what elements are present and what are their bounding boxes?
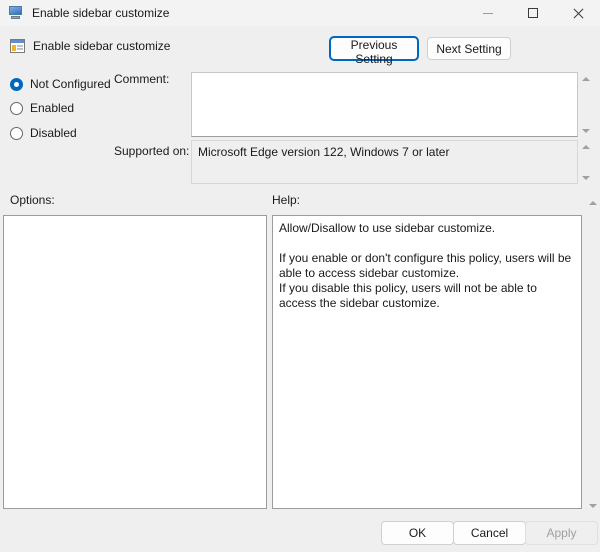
dialog-scrollbar[interactable] bbox=[585, 196, 600, 512]
group-policy-setting-dialog: Enable sidebar customize Enable sidebar … bbox=[0, 0, 600, 552]
help-paragraph-3: If you disable this policy, users will n… bbox=[279, 281, 573, 311]
supported-on-label: Supported on: bbox=[114, 144, 189, 158]
supported-on-scroll-up-button[interactable] bbox=[578, 140, 593, 153]
supported-on-field[interactable]: Microsoft Edge version 122, Windows 7 or… bbox=[191, 140, 578, 184]
options-label: Options: bbox=[10, 193, 55, 207]
triangle-down-icon bbox=[582, 129, 590, 133]
options-pane[interactable] bbox=[3, 215, 267, 509]
ok-button[interactable]: OK bbox=[381, 521, 454, 545]
triangle-up-icon bbox=[582, 145, 590, 149]
help-label: Help: bbox=[272, 193, 300, 207]
minimize-button[interactable] bbox=[465, 0, 510, 26]
radio-enabled[interactable]: Enabled bbox=[10, 100, 74, 116]
comment-field[interactable] bbox=[191, 72, 578, 137]
radio-label-disabled: Disabled bbox=[30, 126, 77, 140]
comment-scroll-down-button[interactable] bbox=[578, 124, 593, 137]
help-content: Allow/Disallow to use sidebar customize.… bbox=[279, 221, 573, 311]
triangle-down-icon bbox=[582, 176, 590, 180]
close-icon bbox=[572, 8, 583, 19]
window-title: Enable sidebar customize bbox=[32, 6, 465, 20]
maximize-button[interactable] bbox=[510, 0, 555, 26]
monitor-icon bbox=[8, 5, 24, 21]
close-button[interactable] bbox=[555, 0, 600, 26]
policy-name: Enable sidebar customize bbox=[33, 39, 170, 53]
radio-not-configured[interactable]: Not Configured bbox=[10, 76, 111, 92]
cancel-button[interactable]: Cancel bbox=[453, 521, 526, 545]
help-paragraph-1: Allow/Disallow to use sidebar customize. bbox=[279, 221, 573, 236]
help-paragraph-2: If you enable or don't configure this po… bbox=[279, 251, 573, 281]
comment-scroll-up-button[interactable] bbox=[578, 72, 593, 85]
next-setting-button[interactable]: Next Setting bbox=[427, 37, 511, 60]
maximize-icon bbox=[528, 8, 538, 18]
comment-scrollbar[interactable] bbox=[578, 72, 593, 137]
title-bar: Enable sidebar customize bbox=[0, 0, 600, 26]
supported-on-value: Microsoft Edge version 122, Windows 7 or… bbox=[198, 145, 571, 160]
apply-button: Apply bbox=[525, 521, 598, 545]
triangle-down-icon bbox=[589, 504, 597, 508]
dialog-scroll-down-button[interactable] bbox=[585, 499, 600, 512]
supported-on-scroll-down-button[interactable] bbox=[578, 171, 593, 184]
window-controls bbox=[465, 0, 600, 26]
radio-indicator-not-configured bbox=[10, 78, 23, 91]
radio-indicator-disabled bbox=[10, 127, 23, 140]
radio-disabled[interactable]: Disabled bbox=[10, 125, 77, 141]
help-pane[interactable]: Allow/Disallow to use sidebar customize.… bbox=[272, 215, 582, 509]
policy-window-icon bbox=[10, 38, 26, 54]
radio-label-enabled: Enabled bbox=[30, 101, 74, 115]
radio-label-not-configured: Not Configured bbox=[30, 77, 111, 91]
triangle-up-icon bbox=[589, 201, 597, 205]
dialog-scroll-up-button[interactable] bbox=[585, 196, 600, 209]
previous-setting-button[interactable]: Previous Setting bbox=[330, 37, 418, 60]
radio-indicator-enabled bbox=[10, 102, 23, 115]
supported-on-scrollbar[interactable] bbox=[578, 140, 593, 184]
comment-label: Comment: bbox=[114, 72, 169, 86]
triangle-up-icon bbox=[582, 77, 590, 81]
minimize-icon bbox=[483, 13, 493, 14]
